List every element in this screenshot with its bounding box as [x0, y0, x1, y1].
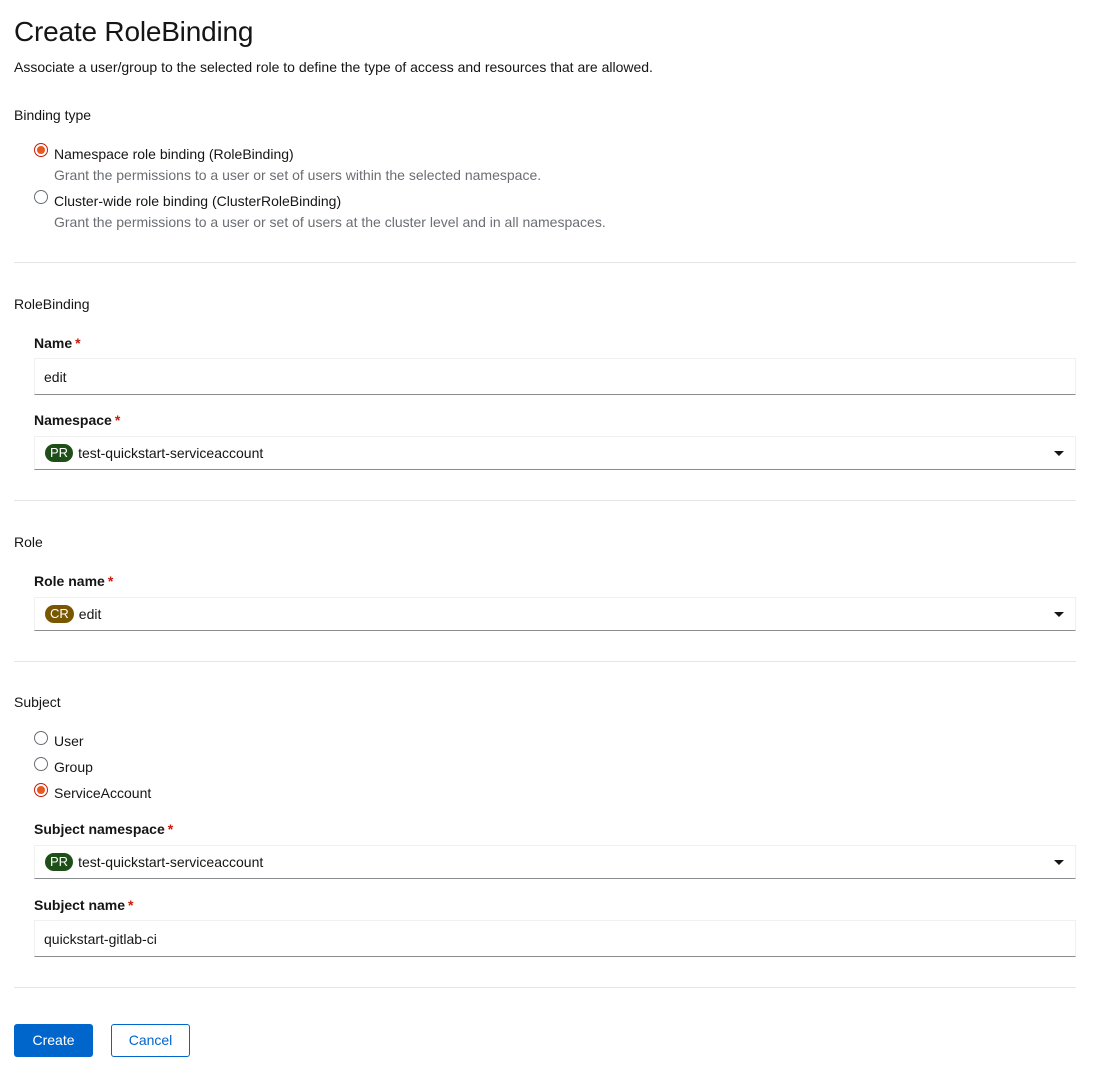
namespace-field-label: Namespace * — [34, 412, 121, 428]
subject-name-input[interactable]: quickstart-gitlab-ci — [34, 920, 1076, 957]
section-divider — [14, 500, 1076, 501]
radio-cluster-role-binding-label[interactable]: Cluster-wide role binding (ClusterRoleBi… — [54, 191, 341, 211]
role-name-field-label: Role name * — [34, 573, 114, 589]
caret-down-icon — [1054, 860, 1064, 865]
role-name-select[interactable]: CR edit — [34, 597, 1076, 631]
name-field-label: Name * — [34, 335, 81, 351]
subject-section-title: Subject — [14, 694, 61, 710]
cancel-button[interactable]: Cancel — [111, 1024, 190, 1057]
subject-name-field-label: Subject name * — [34, 897, 134, 913]
role-name-select-value: edit — [78, 606, 102, 622]
radio-namespace-role-binding-help: Grant the permissions to a user or set o… — [54, 167, 542, 183]
radio-subject-user-label[interactable]: User — [54, 731, 84, 751]
radio-subject-user[interactable] — [34, 731, 48, 745]
subject-namespace-field-label: Subject namespace * — [34, 821, 174, 837]
required-marker: * — [107, 573, 114, 589]
section-divider — [14, 262, 1076, 263]
role-section-title: Role — [14, 534, 43, 550]
caret-down-icon — [1054, 451, 1064, 456]
project-badge: PR — [45, 853, 74, 871]
subject-namespace-select[interactable]: PR test-quickstart-serviceaccount — [34, 845, 1076, 879]
namespace-select-value: test-quickstart-serviceaccount — [78, 445, 264, 461]
create-button[interactable]: Create — [14, 1024, 93, 1057]
required-marker: * — [128, 897, 134, 913]
required-marker: * — [167, 821, 174, 837]
page-description: Associate a user/group to the selected r… — [14, 59, 653, 75]
radio-namespace-role-binding-label[interactable]: Namespace role binding (RoleBinding) — [54, 144, 294, 164]
radio-subject-group[interactable] — [34, 757, 48, 771]
rolebinding-section-title: RoleBinding — [14, 296, 90, 312]
required-marker: * — [114, 412, 121, 428]
page-title: Create RoleBinding — [14, 16, 254, 47]
project-badge: PR — [45, 444, 74, 462]
subject-name-input-value: quickstart-gitlab-ci — [44, 931, 157, 947]
section-divider — [14, 987, 1076, 988]
radio-namespace-role-binding[interactable] — [34, 143, 48, 157]
radio-cluster-role-binding-help: Grant the permissions to a user or set o… — [54, 214, 606, 230]
caret-down-icon — [1054, 612, 1064, 617]
required-marker: * — [75, 335, 81, 351]
binding-type-label: Binding type — [14, 107, 92, 123]
radio-cluster-role-binding[interactable] — [34, 190, 48, 204]
namespace-select[interactable]: PR test-quickstart-serviceaccount — [34, 436, 1076, 470]
cluster-role-badge: CR — [45, 605, 74, 623]
name-input[interactable]: edit — [34, 358, 1076, 395]
subject-namespace-select-value: test-quickstart-serviceaccount — [78, 854, 264, 870]
radio-subject-serviceaccount-label[interactable]: ServiceAccount — [54, 783, 151, 803]
section-divider — [14, 661, 1076, 662]
radio-subject-serviceaccount[interactable] — [34, 783, 48, 797]
radio-subject-group-label[interactable]: Group — [54, 757, 93, 777]
name-input-value: edit — [44, 369, 67, 385]
